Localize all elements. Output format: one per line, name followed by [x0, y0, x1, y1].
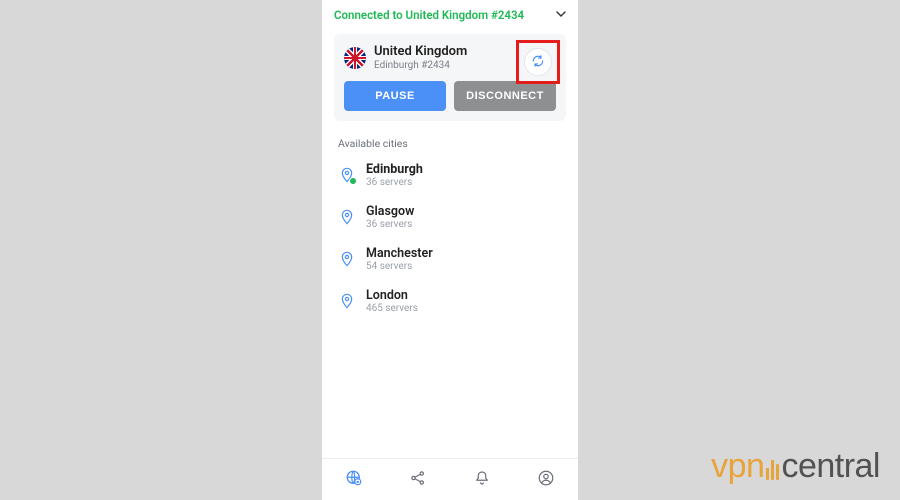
user-icon: [537, 469, 555, 491]
tab-vpn[interactable]: [322, 459, 386, 500]
city-servers: 36 servers: [366, 177, 423, 188]
uk-flag-icon: [344, 47, 366, 69]
location-pin-icon: [338, 250, 356, 268]
chevron-down-icon: [556, 8, 566, 22]
city-servers: 465 servers: [366, 303, 418, 314]
connection-status-bar[interactable]: Connected to United Kingdom #2434: [322, 0, 578, 30]
bars-icon: [766, 460, 779, 480]
city-name: London: [366, 288, 418, 303]
section-title: Available cities: [322, 131, 578, 154]
city-servers: 54 servers: [366, 261, 433, 272]
location-pin-icon: [338, 292, 356, 310]
nodes-icon: [409, 469, 427, 491]
connection-card: United Kingdom Edinburgh #2434 PAUSE DIS…: [334, 34, 566, 121]
city-item[interactable]: Manchester 54 servers: [330, 238, 570, 280]
watermark-logo: vpn central: [711, 447, 880, 486]
tab-meshnet[interactable]: [386, 459, 450, 500]
city-name: Edinburgh: [366, 162, 423, 177]
city-item[interactable]: Glasgow 36 servers: [330, 196, 570, 238]
connection-server: Edinburgh #2434: [374, 60, 467, 71]
highlight-box: [516, 40, 560, 84]
city-name: Manchester: [366, 246, 433, 261]
refresh-button[interactable]: [524, 48, 552, 76]
city-list: Edinburgh 36 servers Glasgow 36 servers …: [322, 154, 578, 322]
city-item[interactable]: Edinburgh 36 servers: [330, 154, 570, 196]
watermark-part2: central: [781, 447, 880, 486]
connected-dot-icon: [349, 177, 357, 185]
tab-notifications[interactable]: [450, 459, 514, 500]
watermark-part1: vpn: [711, 447, 764, 486]
tab-profile[interactable]: [514, 459, 578, 500]
tab-bar: [322, 458, 578, 500]
city-name: Glasgow: [366, 204, 414, 219]
globe-lock-icon: [345, 469, 363, 491]
pause-button[interactable]: PAUSE: [344, 81, 446, 111]
connection-status-text: Connected to United Kingdom #2434: [334, 8, 524, 22]
city-item[interactable]: London 465 servers: [330, 280, 570, 322]
connection-buttons: PAUSE DISCONNECT: [344, 81, 556, 111]
city-servers: 36 servers: [366, 219, 414, 230]
location-pin-icon: [338, 166, 356, 184]
refresh-icon: [531, 53, 545, 72]
bell-icon: [473, 469, 491, 491]
connection-country: United Kingdom: [374, 44, 467, 59]
app-screen: Connected to United Kingdom #2434 United…: [322, 0, 578, 500]
location-pin-icon: [338, 208, 356, 226]
disconnect-button[interactable]: DISCONNECT: [454, 81, 556, 111]
